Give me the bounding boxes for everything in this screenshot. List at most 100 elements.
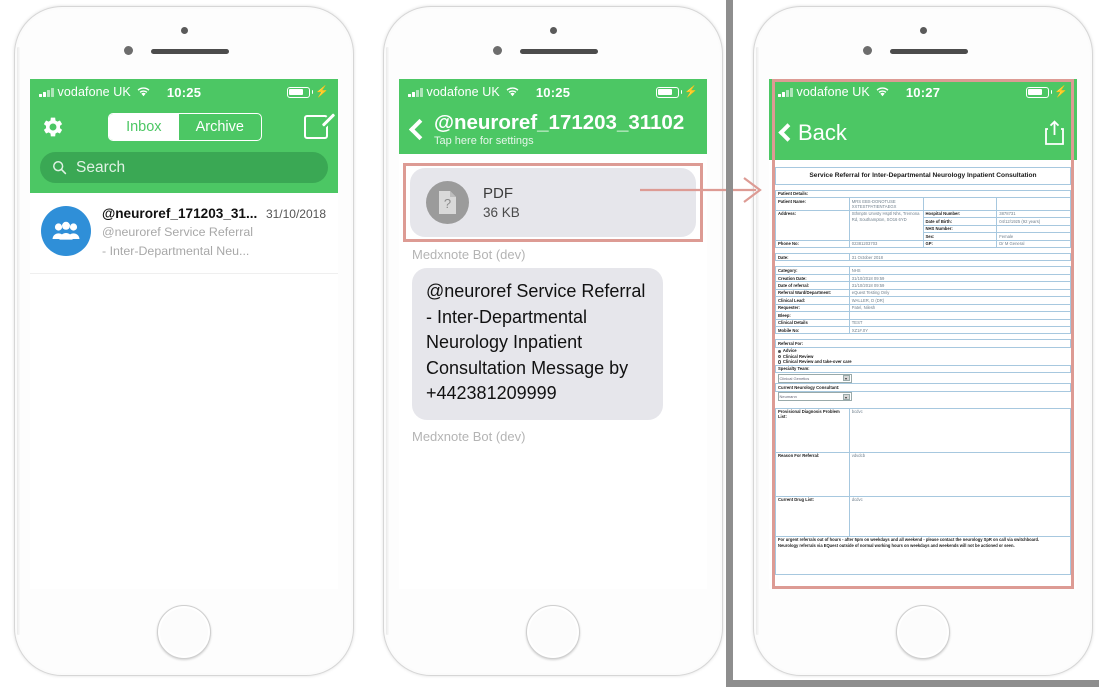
field-label: Clinical Lead: [775, 296, 850, 305]
search-icon [53, 161, 67, 175]
sensor-icon [863, 46, 872, 55]
battery-icon [1025, 86, 1049, 98]
segment-archive[interactable]: Archive [179, 114, 261, 140]
pdf-document[interactable]: Service Referral for Inter-Departmental … [769, 160, 1077, 589]
consultant-label: Current Neurology Consultant: [775, 383, 1071, 392]
radio-icon [777, 360, 781, 364]
front-camera-icon [550, 27, 557, 34]
footer-note-line2: Neurology referrals via EQuest outside o… [778, 543, 1015, 549]
field-label: GP: [922, 239, 998, 249]
radio-icon [777, 349, 781, 354]
sensor-icon [493, 46, 502, 55]
earpiece-speaker [890, 49, 968, 54]
battery-cap-icon [1050, 90, 1053, 94]
field-label: Sex: [922, 232, 998, 241]
field-label: Mobile No: [775, 325, 850, 335]
battery-icon [286, 86, 310, 98]
field-value: eQuest Testing Only [848, 288, 1072, 298]
sensor-icon [124, 46, 133, 55]
referral-for-label: Referral For: [775, 339, 1071, 348]
field-value: MRS EBS-DONOTUSE XXTESTPATIENTAEGX [848, 197, 924, 211]
inbox-archive-segmented-control[interactable]: Inbox Archive [108, 113, 262, 141]
field-value [848, 311, 1072, 320]
field-value: TEST [848, 318, 1072, 328]
text-message-bubble[interactable]: @neuroref Service Referral - Inter-Depar… [412, 268, 663, 420]
search-placeholder: Search [76, 158, 126, 176]
field-label: Category: [775, 266, 850, 275]
sender-label: Medxnote Bot (dev) [412, 428, 526, 444]
segment-inbox[interactable]: Inbox [109, 114, 179, 140]
conversation-title: @neuroref_171203_31... [102, 206, 258, 221]
battery-icon [655, 86, 679, 98]
field-label: Date: [775, 253, 850, 262]
attachment-type-label: PDF [483, 185, 513, 202]
field-value: 3878731 [996, 209, 1071, 219]
conversation-list-item[interactable]: @neuroref_171203_31... 31/10/2018 @neuro… [30, 193, 338, 274]
referral-form-table: Service Referral for Inter-Departmental … [775, 164, 1072, 575]
section-patient-details: Patient Details: [775, 189, 1071, 199]
specialty-team-value: Clinical Genetics [779, 375, 810, 381]
field-label: NHS Number: [922, 224, 998, 234]
chevron-down-icon: ▾ [842, 393, 850, 400]
back-button[interactable]: Back [778, 119, 847, 146]
sender-label: Medxnote Bot (dev) [412, 247, 526, 262]
field-value: Patel, Nilesh [848, 303, 1072, 313]
radio-option-clinical-review-takeover[interactable]: Clinical Review and take-over care [777, 359, 1069, 364]
field-label: Address: [775, 209, 850, 241]
attachment-size-label: 36 KB [483, 205, 520, 220]
chat-navbar: @neuroref_171203_31102… Tap here for set… [399, 105, 707, 154]
phone-device-2: vodafone UK 10:25 ⚡ @neuroref_171203_311… [383, 6, 723, 676]
search-input[interactable]: Search [40, 152, 328, 183]
conversation-snippet-line2: - Inter-Departmental Neu... [102, 244, 250, 259]
field-label: Date of referral: [775, 281, 850, 290]
field-value [996, 224, 1071, 234]
phone3-screen: vodafone UK 10:27 ⚡ Back Service Referra… [769, 79, 1077, 589]
field-label: Requester: [775, 303, 850, 313]
field-label: Referral Ward/Department: [775, 288, 850, 298]
field-label: Creation Date: [775, 273, 850, 283]
compose-icon[interactable] [304, 113, 336, 139]
home-button[interactable] [896, 605, 950, 659]
back-label: Back [798, 119, 847, 145]
field-label: Provisional Diagnosis Problem List: [775, 407, 850, 453]
charging-bolt-icon: ⚡ [684, 85, 698, 98]
field-label: Patient Name: [775, 197, 850, 211]
gear-icon[interactable] [40, 114, 66, 140]
share-icon[interactable] [1044, 120, 1065, 145]
field-value: 31/10/2018 09:59 [848, 281, 1072, 290]
home-button[interactable] [526, 605, 580, 659]
field-label: Current Drug List: [775, 495, 850, 537]
phone1-screen: vodafone UK 10:25 ⚡ Inbox Archive Search… [30, 79, 338, 589]
field-value: Sthmptn Unvsty Hsptl Nhs, Tremona Rd, So… [848, 209, 924, 241]
back-chevron-icon[interactable] [408, 118, 431, 141]
group-avatar-icon [41, 206, 91, 256]
document-title: Service Referral for Inter-Departmental … [775, 166, 1071, 185]
field-value[interactable]: vdvdcb [848, 451, 1072, 497]
inbox-navbar: Inbox Archive Search [30, 105, 338, 193]
status-bar: vodafone UK 10:25 ⚡ [399, 79, 707, 105]
field-value: 31 October 2018 [848, 253, 1072, 262]
field-value[interactable]: bcdvc [848, 407, 1072, 453]
status-bar: vodafone UK 10:25 ⚡ [30, 79, 338, 105]
chat-title[interactable]: @neuroref_171203_31102… [434, 112, 684, 134]
screenshot-stage: vodafone UK 10:25 ⚡ Inbox Archive Search… [0, 0, 1099, 687]
status-bar: vodafone UK 10:27 ⚡ [769, 79, 1077, 105]
field-value: XZ1#.0Y [848, 325, 1072, 335]
consultant-dropdown[interactable]: Neumann ▾ [777, 392, 852, 402]
field-label: Reason For Referral: [775, 451, 850, 497]
field-label: Hospital Number: [922, 209, 998, 219]
field-value[interactable]: dcdvc [848, 495, 1072, 537]
specialty-team-dropdown[interactable]: Clinical Genetics ▾ [777, 373, 852, 383]
field-label: Clinical Details [775, 318, 850, 328]
battery-cap-icon [311, 90, 314, 94]
home-button[interactable] [157, 605, 211, 659]
field-value: Female [996, 232, 1071, 241]
radio-icon [777, 354, 781, 359]
back-chevron-icon [778, 123, 797, 142]
field-value: NHS [848, 266, 1072, 275]
conversation-snippet-line1: @neuroref Service Referral [102, 225, 253, 239]
flow-arrow-icon [640, 177, 762, 203]
conversation-date: 31/10/2018 [265, 207, 326, 221]
phone-device-1: vodafone UK 10:25 ⚡ Inbox Archive Search… [14, 6, 354, 676]
chat-subtitle: Tap here for settings [434, 134, 534, 147]
